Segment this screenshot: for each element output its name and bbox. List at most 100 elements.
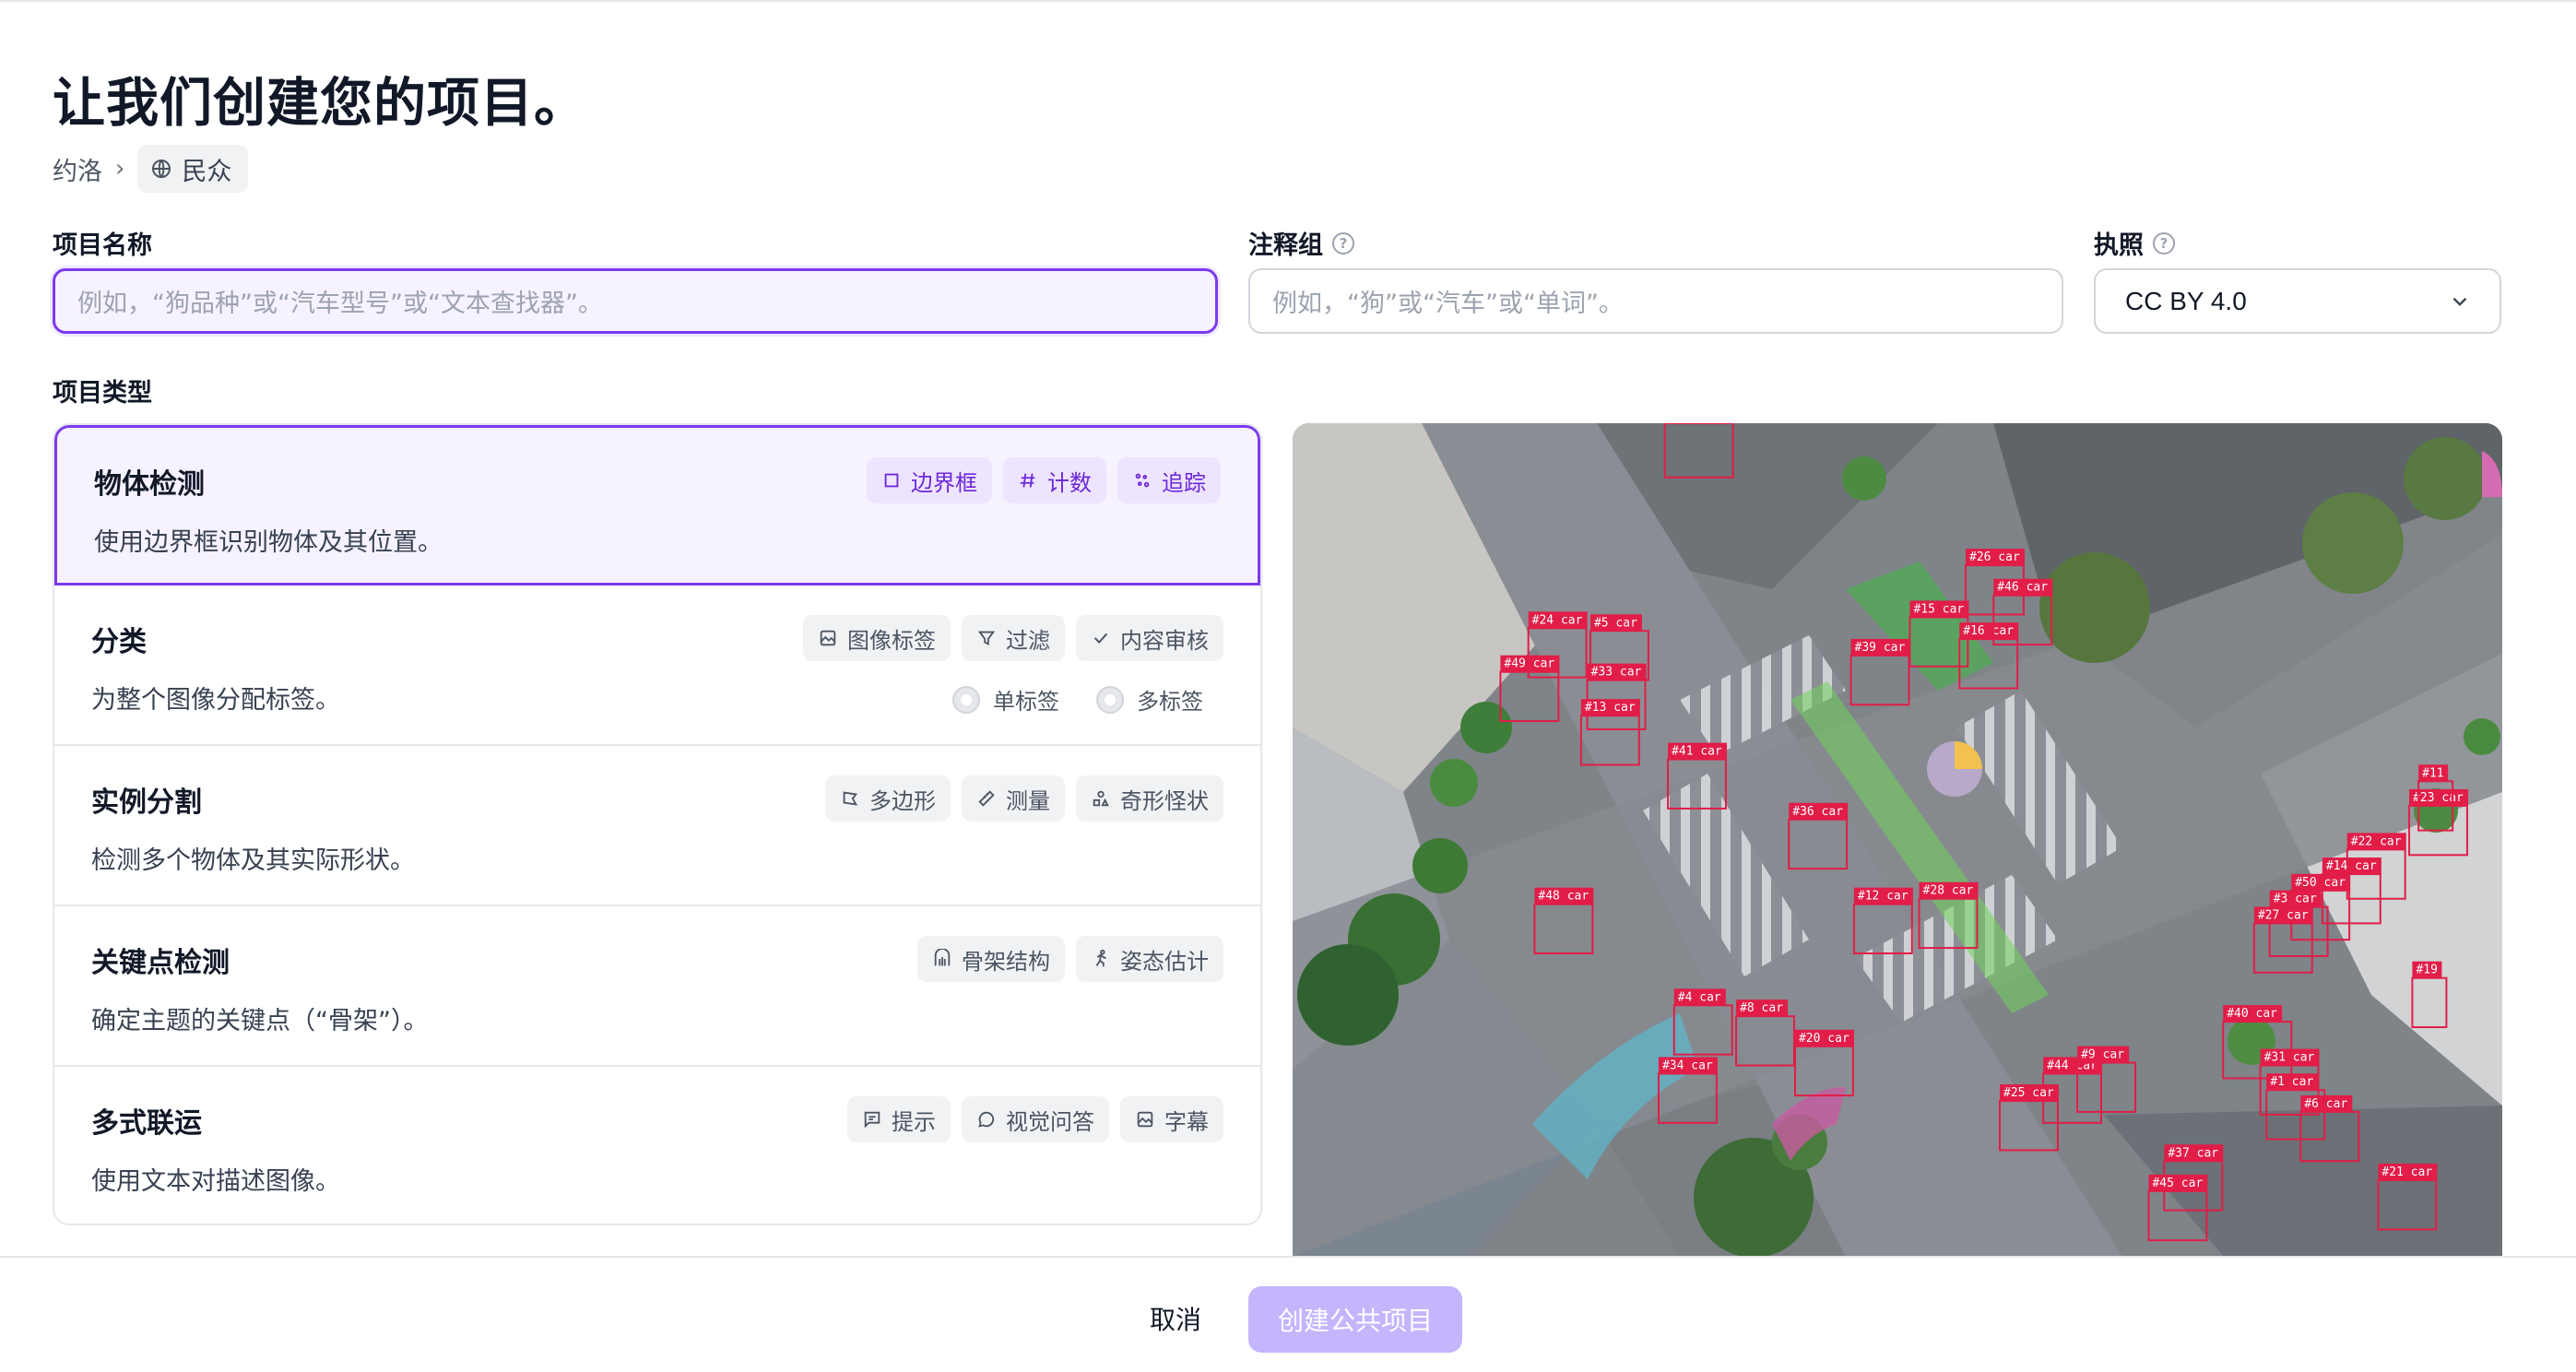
detection-label: #36 car — [1792, 805, 1843, 819]
detection-label: #41 car — [1672, 745, 1722, 759]
radio-multi-label[interactable]: 多标签 — [1096, 683, 1203, 716]
tag-label: 边界框 — [911, 469, 977, 496]
tag-tracking: 追踪 — [1117, 457, 1221, 503]
tag-label: 提示 — [892, 1108, 936, 1135]
detection-label: #48 car — [1538, 890, 1589, 904]
tag-pose: 姿态估计 — [1076, 936, 1223, 982]
tag-label: 字幕 — [1164, 1108, 1209, 1135]
tag-label: 内容审核 — [1120, 627, 1209, 654]
tag-label: 测量 — [1006, 787, 1050, 814]
detection-label: #19 — [2416, 964, 2437, 977]
radio-label: 多标签 — [1137, 689, 1203, 715]
detection-label: #20 car — [1799, 1032, 1849, 1046]
detection-label: #12 car — [1858, 890, 1908, 904]
tag-image-label: 图像标签 — [803, 615, 951, 661]
type-title: 关键点检测 — [91, 947, 230, 979]
image-icon — [1137, 1111, 1153, 1128]
type-description: 检测多个物体及其实际形状。 — [91, 846, 415, 875]
detection-label: #34 car — [1662, 1059, 1713, 1072]
project-type-keypoint-detection[interactable]: 关键点检测 骨架结构 姿态估计 确定主题的关键点（“骨架”）。 — [54, 906, 1260, 1067]
detection-label: #4 car — [1678, 990, 1721, 1004]
filter-icon — [977, 631, 996, 645]
detection-label: #33 car — [1591, 666, 1642, 680]
radio-circle — [952, 685, 980, 714]
project-type-classification[interactable]: 分类 图像标签 过滤 内容审核 为整个图像分配标签。 单标签 多标签 — [54, 585, 1260, 746]
detection-label: #27 car — [2258, 908, 2309, 922]
detection-label: #15 car — [1913, 602, 1964, 616]
message-square-icon — [864, 1111, 880, 1129]
detection-label: #37 car — [2168, 1146, 2218, 1160]
tag-label: 多边形 — [869, 787, 936, 814]
annotation-group-input[interactable]: 例如，“狗”或“汽车”或“单词”。 — [1248, 268, 2063, 334]
type-title: 物体检测 — [94, 468, 205, 501]
help-icon[interactable]: ? — [1332, 231, 1354, 254]
visibility-label: 民众 — [182, 157, 232, 186]
radio-label: 单标签 — [993, 689, 1059, 715]
tag-label: 骨架结构 — [962, 948, 1050, 975]
project-name-label-text: 项目名称 — [53, 231, 152, 260]
breadcrumb-workspace[interactable]: 约洛 — [53, 151, 102, 187]
tag-odd-shapes: 奇形怪状 — [1076, 775, 1223, 822]
radio-single-label[interactable]: 单标签 — [952, 683, 1059, 716]
tag-label: 姿态估计 — [1120, 948, 1209, 975]
tag-list: 图像标签 过滤 内容审核 — [803, 615, 1223, 661]
type-description: 为整个图像分配标签。 — [91, 686, 340, 715]
tag-filter: 过滤 — [962, 615, 1065, 661]
detection-label: #49 car — [1504, 657, 1554, 671]
visibility-chip[interactable]: 民众 — [137, 145, 249, 193]
detection-label: #39 car — [1855, 641, 1906, 655]
skeleton-icon — [934, 949, 951, 966]
project-name-placeholder: 例如，“狗品种”或“汽车型号”或“文本查找器”。 — [77, 290, 603, 318]
type-description: 使用边界框识别物体及其位置。 — [94, 528, 443, 557]
ruler-icon — [978, 790, 995, 807]
cancel-button[interactable]: 取消 — [1125, 1286, 1226, 1351]
detection-label: #6 car — [2304, 1097, 2347, 1111]
project-name-input[interactable]: 例如，“狗品种”或“汽车型号”或“文本查找器”。 — [53, 268, 1218, 334]
create-public-project-button[interactable]: 创建公共项目 — [1248, 1286, 1462, 1353]
type-description: 确定主题的关键点（“骨架”）。 — [91, 1007, 429, 1035]
tag-label: 过滤 — [1006, 627, 1050, 654]
tag-skeleton: 骨架结构 — [917, 936, 1065, 982]
tag-prompt: 提示 — [847, 1096, 951, 1142]
detection-label: #9 car — [2081, 1048, 2124, 1062]
tag-label: 计数 — [1047, 469, 1092, 496]
project-type-object-detection[interactable]: 物体检测 边界框 计数 追踪 使用边界框识别物体及其位置。 — [54, 425, 1260, 585]
project-name-label: 项目名称 — [53, 225, 152, 261]
detection-label: #45 car — [2152, 1177, 2203, 1190]
project-type-multimodal[interactable]: 多式联运 提示 视觉问答 字幕 使用文本对描述图像。 — [54, 1067, 1260, 1224]
annotation-group-label-text: 注释组 — [1248, 231, 1323, 260]
type-description: 使用文本对描述图像。 — [91, 1167, 340, 1196]
tag-label: 图像标签 — [847, 627, 936, 654]
aerial-intersection-image: #24 car #5 car #49 car #33 car #13 car #15 ca… — [1293, 423, 2502, 1257]
tag-vqa: 视觉问答 — [962, 1096, 1109, 1142]
tag-list: 边界框 计数 追踪 — [867, 457, 1221, 503]
tag-list: 提示 视觉问答 字幕 — [847, 1096, 1223, 1142]
detection-label: #11 — [2422, 766, 2443, 780]
tracking-icon — [1135, 473, 1150, 488]
page-title: 让我们创建您的项目。 — [53, 73, 587, 134]
detection-label: #16 car — [1963, 624, 2014, 638]
detection-label: #23 car — [2413, 791, 2464, 805]
polygon-icon — [843, 791, 858, 806]
help-icon[interactable]: ? — [2153, 231, 2175, 254]
radio-circle — [1096, 685, 1124, 714]
detection-label: #50 car — [2295, 876, 2346, 890]
detection-label: #26 car — [1969, 550, 2020, 564]
tag-list: 骨架结构 姿态估计 — [917, 936, 1223, 982]
license-label-text: 执照 — [2094, 231, 2144, 260]
annotation-group-label: 注释组 ? — [1248, 225, 1354, 261]
license-value: CC BY 4.0 — [2125, 286, 2247, 315]
tag-measure: 测量 — [962, 775, 1065, 822]
top-divider — [0, 0, 2576, 4]
detection-label: #8 car — [1740, 1001, 1783, 1015]
breadcrumb: 约洛 › 民众 — [53, 145, 249, 193]
tag-label: 奇形怪状 — [1120, 787, 1209, 814]
annotation-group-placeholder: 例如，“狗”或“汽车”或“单词”。 — [1272, 290, 1624, 318]
detection-label: #31 car — [2264, 1051, 2315, 1065]
bounding-box-icon — [884, 473, 899, 488]
type-title: 多式联运 — [91, 1107, 202, 1140]
license-select[interactable]: CC BY 4.0 — [2094, 268, 2501, 334]
check-icon — [1093, 633, 1108, 645]
project-type-instance-segmentation[interactable]: 实例分割 多边形 测量 奇形怪状 检测多个物体及其实际形状。 — [54, 746, 1260, 906]
label-mode-radios: 单标签 多标签 — [952, 683, 1203, 716]
